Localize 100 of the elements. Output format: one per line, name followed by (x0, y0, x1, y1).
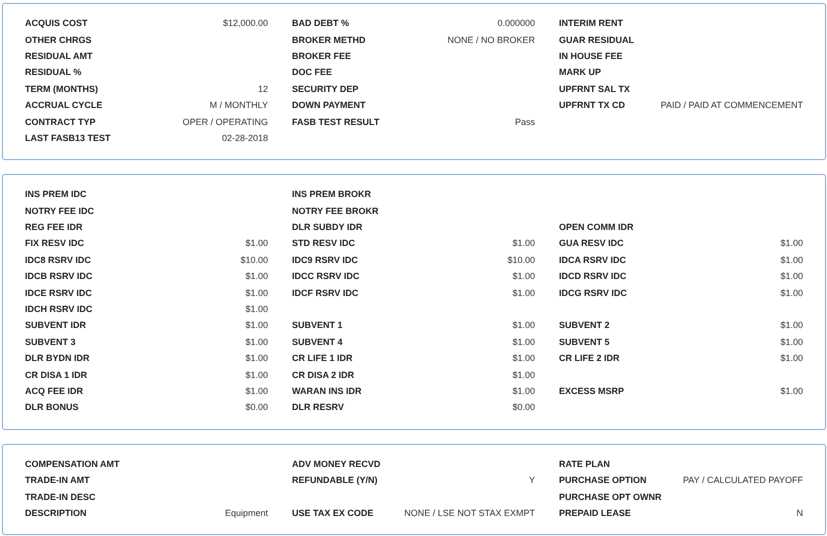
field-value: Pass (514, 116, 535, 127)
field-label: WARAN INS IDR (292, 386, 362, 396)
field-label: NOTRY FEE BROKR (292, 206, 379, 216)
field-label: RESIDUAL % (25, 67, 82, 78)
field-label: LAST FASB13 TEST (25, 132, 111, 143)
field-label: COMPENSATION AMT (25, 458, 120, 469)
field-label: SUBVENT 5 (559, 336, 610, 347)
field-label: IDCA RSRV IDC (559, 254, 626, 265)
field-label: RATE PLAN (559, 458, 610, 469)
field-label: IDCG RSRV IDC (559, 288, 627, 298)
field-label: BROKER FEE (292, 50, 352, 61)
field-value: $1.00 (780, 353, 803, 364)
field-label: TRADE-IN DESC (25, 492, 96, 502)
field-label: ACCRUAL CYCLE (25, 100, 102, 110)
field-label: DLR RESRV (292, 402, 344, 412)
field-label: TRADE-IN AMT (25, 475, 90, 486)
field-value: NONE / LSE NOT STAX EXMPT (404, 508, 535, 518)
field-value: $1.00 (512, 386, 535, 396)
field-label: FIX RESV IDC (25, 238, 84, 248)
field-label: PREPAID LEASE (559, 508, 631, 518)
field-label: PURCHASE OPTION (559, 475, 647, 486)
field-label: IDCE RSRV IDC (25, 288, 92, 298)
field-label: CR DISA 1 IDR (25, 370, 88, 380)
field-label: BROKER METHD (292, 34, 366, 45)
field-label: CR LIFE 2 IDR (559, 353, 620, 364)
field-label: INTERIM RENT (559, 18, 623, 28)
field-value: Equipment (224, 508, 268, 518)
field-label: REG FEE IDR (25, 222, 83, 232)
field-value: $1.00 (780, 254, 803, 265)
field-value: $1.00 (245, 271, 268, 282)
field-label: RESIDUAL AMT (25, 50, 92, 61)
field-label: IDCD RSRV IDC (559, 271, 626, 282)
field-label: INS PREM IDC (25, 189, 87, 200)
field-value: N (796, 508, 803, 518)
field-value: $10.00 (507, 254, 535, 265)
field-value: $1.00 (512, 238, 535, 248)
field-value: $1.00 (512, 370, 535, 380)
field-value: Y (528, 475, 535, 486)
field-label: EXCESS MSRP (559, 386, 624, 396)
field-label: DLR BYDN IDR (25, 353, 90, 364)
field-label: GUA RESV IDC (559, 238, 624, 248)
field-label: DESCRIPTION (25, 508, 87, 518)
field-label: STD RESV IDC (292, 238, 356, 248)
field-label: UPFRNT TX CD (559, 100, 625, 110)
field-label: NOTRY FEE IDC (25, 206, 94, 216)
field-value: $1.00 (780, 271, 803, 282)
field-value: $12,000.00 (222, 18, 268, 28)
field-label: IN HOUSE FEE (559, 50, 623, 61)
field-value: $0.00 (512, 402, 535, 412)
field-label: ACQ FEE IDR (25, 386, 84, 396)
field-value: $1.00 (512, 336, 535, 347)
field-value: $1.00 (245, 386, 268, 396)
field-label: TERM (MONTHS) (25, 84, 98, 94)
field-value: $1.00 (780, 386, 803, 396)
field-value: $1.00 (780, 288, 803, 298)
field-value: $1.00 (780, 336, 803, 347)
field-value: PAID / PAID AT COMMENCEMENT (660, 100, 803, 110)
field-value: $1.00 (512, 353, 535, 364)
field-label: SUBVENT 2 (559, 320, 610, 330)
field-label: SUBVENT 1 (292, 320, 343, 330)
field-label: GUAR RESIDUAL (559, 34, 634, 45)
field-value: NONE / NO BROKER (447, 34, 535, 45)
field-value: OPER / OPERATING (182, 116, 268, 127)
field-label: IDCH RSRV IDC (25, 304, 92, 314)
field-label: IDC8 RSRV IDC (25, 254, 91, 265)
field-label: SUBVENT 4 (292, 336, 343, 347)
field-value: 0.000000 (497, 18, 535, 28)
field-label: OPEN COMM IDR (559, 222, 634, 232)
field-value: $1.00 (512, 320, 535, 330)
field-value: $1.00 (780, 238, 803, 248)
field-label: USE TAX EX CODE (292, 508, 374, 518)
field-value: $1.00 (245, 353, 268, 364)
field-label: SECURITY DEP (292, 84, 358, 94)
field-value: PAY / CALCULATED PAYOFF (682, 475, 803, 486)
field-label: UPFRNT SAL TX (559, 84, 630, 94)
field-label: MARK UP (559, 67, 601, 78)
field-label: INS PREM BROKR (292, 189, 372, 200)
field-label: REFUNDABLE (Y/N) (292, 475, 378, 486)
field-value: $1.00 (780, 320, 803, 330)
field-label: OTHER CHRGS (25, 34, 92, 45)
field-label: IDCB RSRV IDC (25, 271, 92, 282)
field-value: $1.00 (245, 370, 268, 380)
field-label: DOC FEE (292, 67, 332, 78)
field-value: 12 (258, 84, 268, 94)
field-label: DLR SUBDY IDR (292, 222, 362, 232)
field-label: IDCC RSRV IDC (292, 271, 360, 282)
field-label: SUBVENT IDR (25, 320, 86, 330)
field-value: $1.00 (245, 304, 268, 314)
field-label: ADV MONEY RECVD (292, 458, 380, 469)
field-label: BAD DEBT % (292, 18, 350, 28)
field-label: ACQUIS COST (25, 18, 88, 28)
field-label: DOWN PAYMENT (292, 100, 366, 110)
field-label: IDCF RSRV IDC (292, 288, 358, 298)
field-label: CONTRACT TYP (25, 116, 96, 127)
field-value: $1.00 (512, 271, 535, 282)
field-label: IDC9 RSRV IDC (292, 254, 358, 265)
field-value: $1.00 (245, 320, 268, 330)
field-value: M / MONTHLY (210, 100, 268, 110)
field-value: $0.00 (245, 402, 268, 412)
field-label: FASB TEST RESULT (292, 116, 380, 127)
